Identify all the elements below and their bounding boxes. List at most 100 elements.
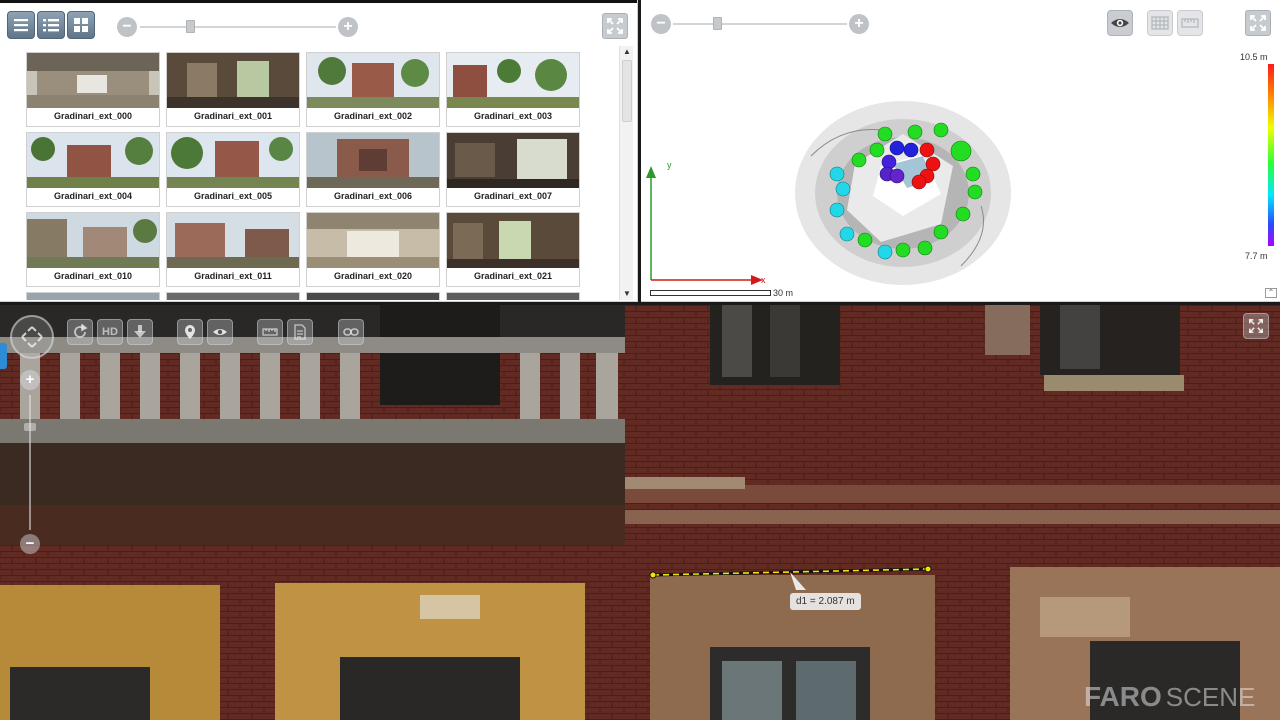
scroll-up-arrow-icon[interactable]: ▲ (620, 46, 634, 58)
scan-preview-image (447, 53, 579, 108)
scan-thumbnail[interactable]: Gradinari_ext_005 (166, 132, 300, 207)
layers-button[interactable] (1147, 10, 1173, 36)
viewer-maximize-button[interactable] (1243, 313, 1269, 339)
measurement-start-point[interactable] (649, 571, 657, 579)
overview-point-cloud-map[interactable] (641, 46, 1280, 302)
viewer-zoom-handle[interactable] (24, 423, 36, 431)
visibility-toggle-button[interactable] (1107, 10, 1133, 36)
scan-position-marker[interactable] (933, 122, 949, 138)
scroll-down-arrow-icon[interactable]: ▼ (620, 288, 634, 300)
scan-thumbnail[interactable] (26, 292, 160, 300)
scan-preview-image (307, 133, 439, 188)
measure-ruler-button[interactable] (257, 319, 283, 345)
browser-toolbar: − + (0, 0, 637, 46)
collapse-chevron-up-icon[interactable]: ⌃ (1265, 288, 1277, 298)
navigation-control[interactable] (10, 315, 54, 359)
scan-position-marker[interactable] (911, 174, 927, 190)
scan-position-marker[interactable] (919, 142, 935, 158)
scan-thumbnail-label: Gradinari_ext_010 (53, 271, 133, 281)
scan-position-marker[interactable] (907, 124, 923, 140)
thumbnail-grid: Gradinari_ext_000 Gradinari_ext_001 Grad… (26, 52, 586, 300)
map-zoom-out-button[interactable]: − (651, 14, 671, 34)
annotation-button[interactable] (287, 319, 313, 345)
map-pin-icon (185, 325, 195, 339)
map-x-axis-label: x (761, 275, 766, 285)
scan-position-marker[interactable] (955, 206, 971, 222)
scan-preview-image (447, 293, 579, 300)
thumbnail-zoom-slider[interactable] (140, 26, 336, 28)
scan-position-marker[interactable] (889, 140, 905, 156)
scan-thumbnail[interactable] (446, 292, 580, 300)
map-maximize-button[interactable] (1245, 10, 1271, 36)
scan-position-marker[interactable] (877, 126, 893, 142)
scan-position-marker[interactable] (869, 142, 885, 158)
measurement-overlay (649, 565, 932, 590)
scan-thumbnail[interactable]: Gradinari_ext_000 (26, 52, 160, 127)
scan-thumbnail[interactable] (306, 292, 440, 300)
grid-view-button[interactable] (67, 11, 95, 39)
download-arrow-icon (134, 325, 146, 338)
thumbnail-zoom-in-button[interactable]: + (338, 17, 358, 37)
list-view-button[interactable] (37, 11, 65, 39)
scan-position-marker[interactable] (903, 142, 919, 158)
scan-position-marker[interactable] (917, 240, 933, 256)
thumbnail-zoom-out-button[interactable]: − (117, 17, 137, 37)
scan-position-marker[interactable] (965, 166, 981, 182)
thumbnail-scrollbar[interactable]: ▲ ▼ (619, 46, 633, 300)
scan-position-marker[interactable] (967, 184, 983, 200)
scan-position-marker[interactable] (851, 152, 867, 168)
scan-thumbnail[interactable]: Gradinari_ext_020 (306, 212, 440, 287)
rotate-view-button[interactable] (67, 319, 93, 345)
scan-thumbnail[interactable] (166, 292, 300, 300)
scan-position-marker[interactable] (933, 224, 949, 240)
scan-position-marker[interactable] (950, 140, 972, 162)
scan-position-marker[interactable] (835, 181, 851, 197)
scan-preview-image (167, 53, 299, 108)
document-icon (294, 324, 306, 340)
scan-position-marker[interactable] (877, 244, 893, 260)
side-panel-tab[interactable] (0, 343, 7, 369)
scan-thumbnail[interactable]: Gradinari_ext_006 (306, 132, 440, 207)
scan-position-marker[interactable] (895, 242, 911, 258)
scan-thumbnail[interactable]: Gradinari_ext_003 (446, 52, 580, 127)
hd-toggle-button[interactable]: HD (97, 319, 123, 345)
scan-thumbnail[interactable]: Gradinari_ext_002 (306, 52, 440, 127)
thumbnail-zoom-handle[interactable] (186, 20, 195, 33)
scan-thumbnail[interactable]: Gradinari_ext_001 (166, 52, 300, 127)
scan-position-marker[interactable] (839, 226, 855, 242)
scan-position-marker[interactable] (889, 168, 905, 184)
scan-preview-image (307, 293, 439, 300)
download-button[interactable] (127, 319, 153, 345)
map-zoom-handle[interactable] (713, 17, 722, 30)
scan-thumbnail[interactable]: Gradinari_ext_004 (26, 132, 160, 207)
scan-thumbnail[interactable]: Gradinari_ext_021 (446, 212, 580, 287)
scan-position-marker[interactable] (881, 154, 897, 170)
place-marker-button[interactable] (177, 319, 203, 345)
minus-icon: − (122, 18, 132, 35)
scan-thumbnail-label: Gradinari_ext_021 (473, 271, 553, 281)
map-zoom-slider[interactable] (673, 23, 847, 25)
viewer-zoom-slider[interactable] (29, 395, 31, 530)
scan-thumbnail-label: Gradinari_ext_011 (194, 271, 272, 281)
scan-thumbnail[interactable]: Gradinari_ext_007 (446, 132, 580, 207)
scan-position-marker[interactable] (829, 166, 845, 182)
measure-ruler-button[interactable] (1177, 10, 1203, 36)
scan-position-marker[interactable] (829, 202, 845, 218)
visibility-toggle-button[interactable] (207, 319, 233, 345)
link-icon (343, 328, 359, 336)
scrollbar-handle[interactable] (622, 60, 632, 122)
map-zoom-in-button[interactable]: + (849, 14, 869, 34)
viewer-zoom-in-button[interactable]: + (20, 370, 40, 390)
scan-thumbnail[interactable]: Gradinari_ext_010 (26, 212, 160, 287)
browser-maximize-button[interactable] (602, 13, 628, 39)
scan-position-marker[interactable] (857, 232, 873, 248)
overview-map-panel: − + y x 10.5 m 7.7 m 30 m ⌃ (641, 0, 1280, 302)
scan-thumbnail[interactable]: Gradinari_ext_011 (166, 212, 300, 287)
panorama-viewer[interactable]: d1 = 2.087 m HD + − FARO SCENE (0, 305, 1280, 720)
share-link-button[interactable] (338, 319, 364, 345)
menu-button[interactable] (7, 11, 35, 39)
viewer-zoom-out-button[interactable]: − (20, 534, 40, 554)
measurement-end-point[interactable] (924, 565, 932, 573)
plus-icon: + (854, 15, 864, 32)
rotate-icon (74, 324, 88, 338)
